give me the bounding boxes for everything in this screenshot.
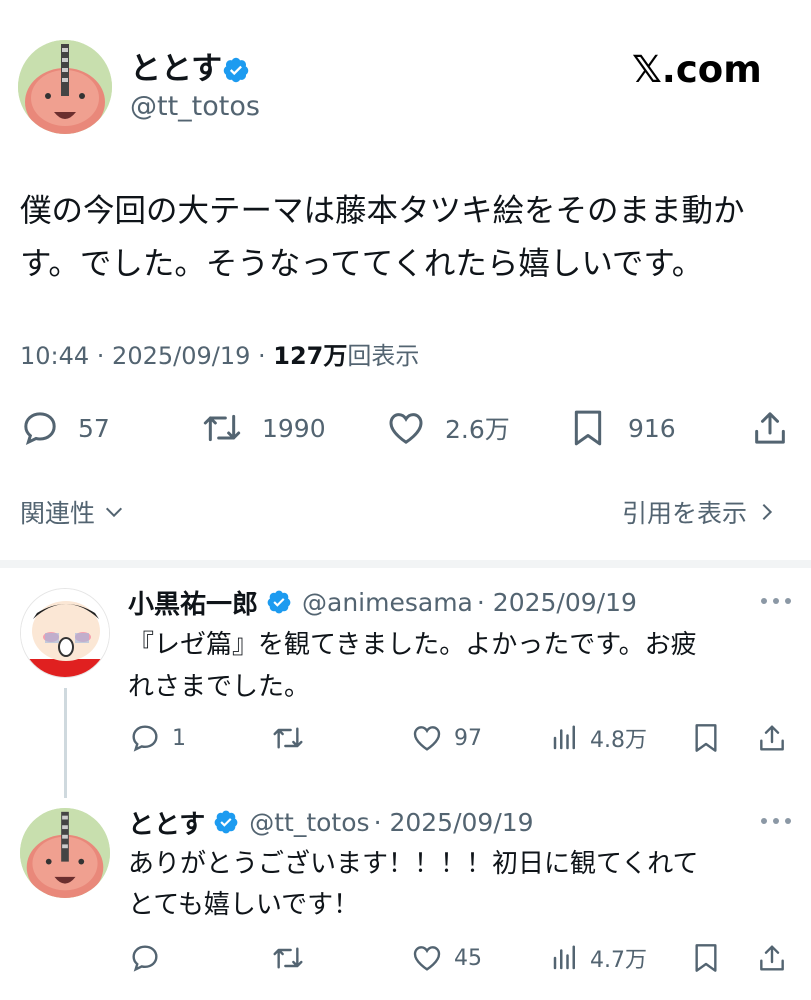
reply-like-button[interactable]: 97 [410,722,482,754]
reply-repost-button[interactable] [270,942,306,974]
reply-like-count: 97 [454,725,482,751]
post-timestamp[interactable]: 10:44 · 2025/09/19 · [20,342,273,370]
verified-badge-icon [266,589,292,615]
reply-reply-button[interactable] [128,942,162,974]
reply-count: 57 [78,413,110,443]
bookmark-button[interactable]: 916 [570,408,676,448]
reply-views-count: 4.8万 [590,728,647,753]
bookmark-icon [692,942,720,974]
view-quotes-label: 引用を表示 [622,499,748,528]
reply-icon [20,408,60,448]
like-count: 2.6万 [445,415,510,444]
reply-date[interactable]: · 2025/09/19 [374,808,534,837]
reply-text-line-2: とても嬉しいです！ [128,890,360,920]
reply-like-button[interactable]: 45 [410,942,482,974]
reply-share-button[interactable] [756,942,788,974]
verified-badge-icon [222,56,250,84]
repost-icon [200,408,244,448]
repost-button[interactable]: 1990 [200,408,326,448]
reply-views-button[interactable]: 4.8万 [550,722,647,754]
like-button[interactable]: 2.6万 [385,408,510,448]
analytics-icon [550,722,580,754]
share-icon [750,408,790,448]
author-name[interactable]: ととす [130,50,222,88]
share-button[interactable] [750,408,790,448]
share-icon [756,942,788,974]
post-text-line-1: 僕の今回の大テーマは藤本タツキ絵をそのまま動か [20,193,745,229]
bookmark-icon [570,408,606,448]
reply-bookmark-button[interactable] [692,942,720,974]
x-logo: 𝕏.com [632,48,762,91]
reply-author-name[interactable]: ととす [128,804,205,841]
bookmark-count: 916 [628,413,676,443]
repost-icon [270,942,306,974]
reply-views-count: 4.7万 [590,948,647,973]
more-options-icon[interactable] [758,594,794,608]
reply-share-button[interactable] [756,722,788,754]
more-options-icon[interactable] [758,814,794,828]
sort-label: 関連性 [20,499,96,528]
share-icon [756,722,788,754]
reply-date[interactable]: · 2025/09/19 [477,588,637,617]
heart-icon [385,408,427,448]
sort-dropdown[interactable]: 関連性 [20,494,125,530]
post-text-line-2: す。でした。そうなっててくれたら嬉しいです。 [20,246,704,282]
repost-count: 1990 [262,413,326,443]
post-metadata: 10:44 · 2025/09/19 · 127万回表示 [20,340,419,372]
author-handle[interactable]: @tt_totos [130,90,260,124]
reply-avatar[interactable] [20,808,110,898]
views-label: 回表示 [347,342,420,370]
reply-icon [128,942,162,974]
reply-repost-button[interactable] [270,722,306,754]
reply-text-line-2: れさまでした。 [128,672,311,702]
analytics-icon [550,942,580,974]
reply-bookmark-button[interactable] [692,722,720,754]
reply-handle[interactable]: @animesama [302,588,473,617]
reply-header: ととす @tt_totos · 2025/09/19 [128,804,534,841]
heart-icon [410,942,444,974]
reply-reply-count: 1 [172,725,186,751]
reply-reply-button[interactable]: 1 [128,722,186,754]
author-avatar[interactable] [18,40,112,134]
reply-like-count: 45 [454,945,482,971]
reply-author-name[interactable]: 小黒祐一郎 [128,584,258,621]
reply-views-button[interactable]: 4.7万 [550,942,647,974]
chevron-down-icon [103,501,125,523]
verified-badge-icon [213,809,239,835]
heart-icon [410,722,444,754]
reply-text-line-1: ありがとうございます！！！！初日に観てくれて [128,849,699,879]
reply-handle[interactable]: @tt_totos [249,808,369,837]
reply-header: 小黒祐一郎 @animesama · 2025/09/19 [128,584,637,621]
reply-text-line-1: 『レゼ篇』を観てきました。よかったです。お疲 [128,630,697,660]
bookmark-icon [692,722,720,754]
thread-line [64,688,67,798]
section-divider [0,560,811,568]
view-quotes-link[interactable]: 引用を表示 [622,494,777,530]
chevron-right-icon [757,501,777,523]
reply-icon [128,722,162,754]
views-count: 127万 [273,342,348,370]
repost-icon [270,722,306,754]
reply-avatar[interactable] [20,588,110,678]
reply-button[interactable]: 57 [20,408,110,448]
